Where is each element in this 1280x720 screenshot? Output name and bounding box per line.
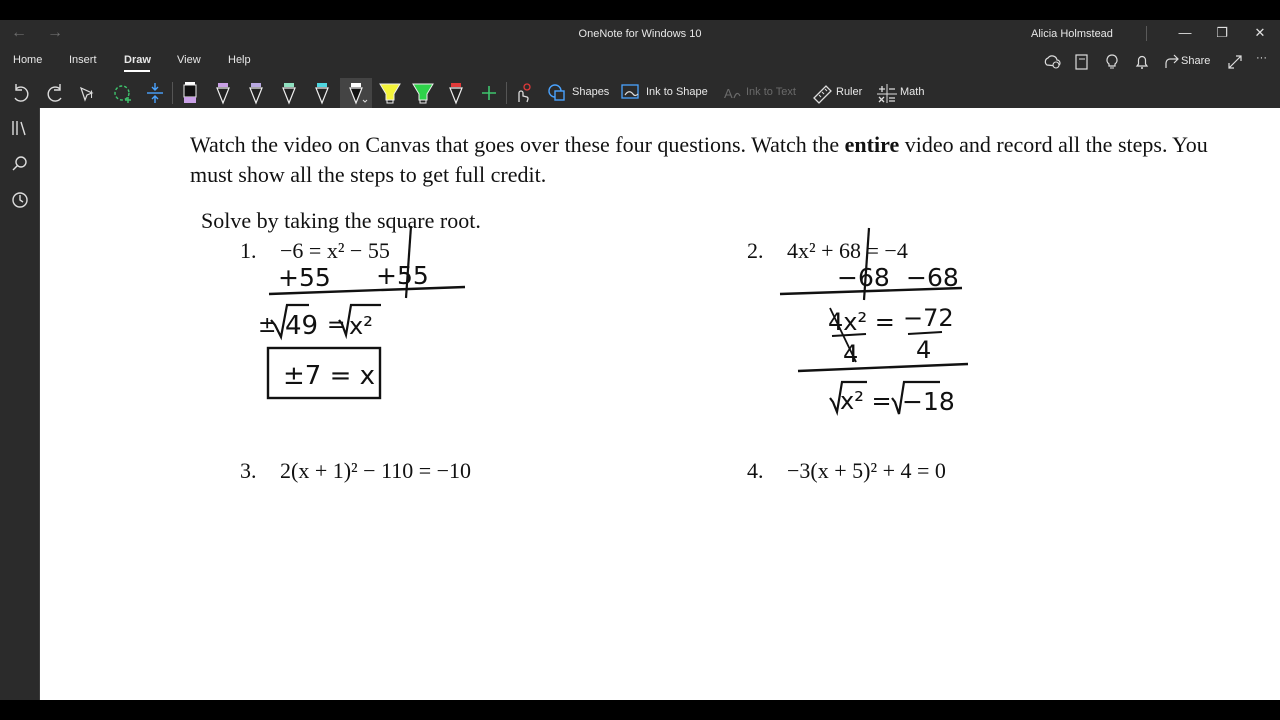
handwritten-ink-layer: +55 +55 ± 49 = x² ±7 = x −68 −68 4x² = 4… [258, 225, 969, 417]
redo-icon[interactable] [42, 80, 68, 106]
add-pen-icon[interactable] [476, 80, 502, 106]
lightbulb-icon[interactable] [1103, 53, 1121, 71]
add-space-icon[interactable] [142, 80, 168, 106]
minimize-button[interactable]: — [1175, 25, 1195, 40]
svg-text:A: A [724, 86, 733, 101]
ink-to-shape-button[interactable]: Ink to Shape [646, 86, 708, 98]
ink-p2-frac-right-den: 4 [916, 336, 931, 364]
toolbar-separator [172, 82, 173, 104]
pen-mint-icon[interactable] [276, 80, 302, 106]
tab-help[interactable]: Help [228, 54, 251, 66]
ink-p2-line3-rhs: −18 [902, 387, 955, 416]
search-icon[interactable] [10, 154, 30, 174]
ink-p1-plusminus: ± [258, 313, 276, 338]
ink-p1-x-squared: x² [349, 312, 373, 340]
ruler-button[interactable]: Ruler [836, 86, 862, 98]
share-button[interactable]: Share [1181, 55, 1210, 67]
ribbon-tabs: Home Insert Draw View Help Share ··· [0, 52, 1280, 74]
ink-p2-divider-2 [797, 362, 969, 373]
more-options-icon[interactable]: ··· [1256, 52, 1267, 64]
pen-black-icon[interactable] [177, 80, 203, 106]
math-button[interactable]: Math [900, 86, 924, 98]
ink-p2-frac-right-bar [907, 331, 943, 335]
title-separator [1146, 26, 1147, 41]
svg-text:I: I [90, 89, 93, 101]
ink-p1-49: 49 [285, 311, 318, 341]
user-name[interactable]: Alicia Holmstead [1031, 28, 1113, 40]
toolbar-separator [506, 82, 507, 104]
pen-lavender-icon[interactable] [243, 80, 269, 106]
ink-p2-minus68-left: −68 [837, 263, 890, 292]
pen-teal-icon[interactable] [309, 80, 335, 106]
tab-view[interactable]: View [177, 54, 201, 66]
notebook-icon[interactable] [1073, 53, 1091, 71]
ink-p2-line3-lhs: x² = [840, 387, 892, 415]
navigation-rail [0, 108, 40, 700]
ink-p1-answer: ±7 = x [283, 361, 375, 391]
lasso-select-icon[interactable] [110, 80, 136, 106]
bell-icon[interactable] [1133, 53, 1151, 71]
ink-to-text-button: Ink to Text [746, 86, 796, 98]
undo-icon[interactable] [8, 80, 34, 106]
ink-to-text-icon: A [724, 86, 741, 101]
pen-black-selected-icon[interactable] [343, 80, 369, 106]
draw-toolbar: I Shapes Ink to Shape A Ink to Text Rule… [0, 78, 1280, 108]
math-icon[interactable] [874, 80, 900, 106]
sync-status-icon[interactable] [1043, 53, 1061, 71]
active-tab-indicator [124, 70, 150, 72]
expand-icon[interactable] [1226, 53, 1244, 71]
tab-insert[interactable]: Insert [69, 54, 97, 66]
share-icon[interactable] [1163, 53, 1181, 71]
tab-draw[interactable]: Draw [124, 54, 151, 66]
title-bar: ← → OneNote for Windows 10 Alicia Holmst… [0, 20, 1280, 48]
shapes-icon[interactable] [544, 80, 570, 106]
highlighter-yellow-icon[interactable] [377, 80, 403, 106]
pen-red-icon[interactable] [443, 80, 469, 106]
restore-button[interactable]: ❐ [1212, 25, 1232, 41]
ink-p1-plus55-right: +55 [376, 261, 429, 290]
ink-p2-frac-right-num: −72 [903, 304, 954, 332]
close-button[interactable]: ✕ [1250, 25, 1270, 41]
ruler-icon[interactable] [810, 80, 836, 106]
ink-p2-frac-left-den: 4 [843, 340, 858, 368]
shapes-button[interactable]: Shapes [572, 86, 609, 98]
ink-p1-plus55-left: +55 [278, 263, 331, 292]
app-chrome: ← → OneNote for Windows 10 Alicia Holmst… [0, 20, 1280, 108]
ink-p2-frac-left-num: 4x² = [828, 308, 895, 336]
type-select-icon[interactable]: I [76, 80, 102, 106]
highlighter-green-icon[interactable] [410, 80, 436, 106]
notebooks-icon[interactable] [10, 118, 30, 138]
touch-drawing-icon[interactable] [510, 80, 536, 106]
ink-to-shape-icon[interactable] [618, 80, 644, 106]
tab-home[interactable]: Home [13, 54, 42, 66]
pen-violet-icon[interactable] [210, 80, 236, 106]
note-page-canvas[interactable]: Watch the video on Canvas that goes over… [40, 108, 1280, 700]
recent-notes-icon[interactable] [10, 190, 30, 210]
